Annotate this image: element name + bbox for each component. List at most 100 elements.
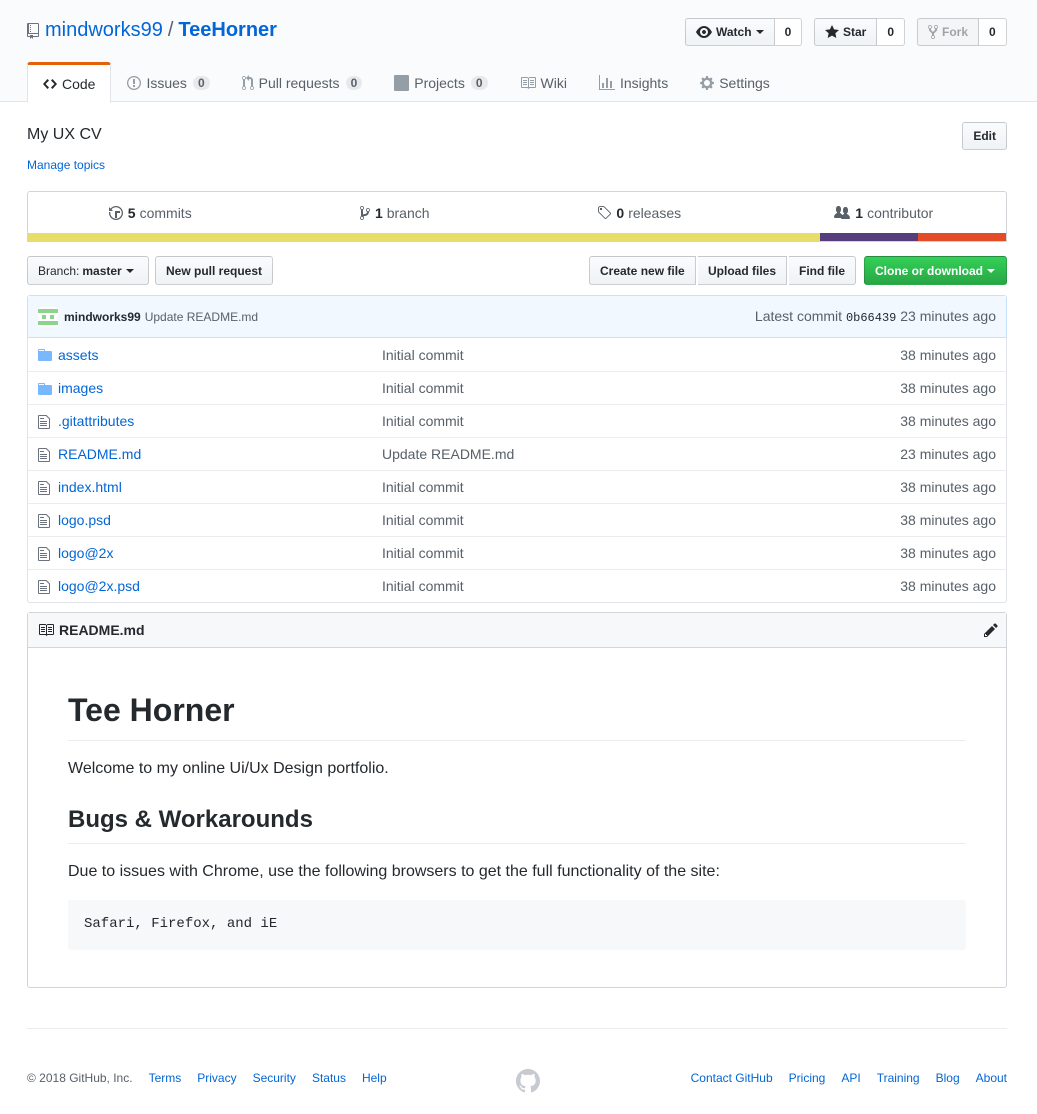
github-mark-icon[interactable] (516, 1069, 540, 1093)
watch-count[interactable]: 0 (774, 18, 803, 46)
branch-select-value: master (82, 263, 122, 278)
code-icon (43, 78, 57, 89)
chevron-down-icon (125, 268, 134, 273)
tab-issues[interactable]: Issues 0 (111, 62, 225, 102)
footer-link-help[interactable]: Help (362, 1071, 387, 1085)
file-name-link[interactable]: .gitattributes (58, 413, 134, 429)
star-icon (825, 25, 839, 38)
numbers-summary: 5 commits 1 branch 0 releases 1 contribu… (27, 191, 1007, 242)
star-button[interactable]: Star (814, 18, 878, 46)
file-commit-message-link[interactable]: Initial commit (382, 545, 464, 561)
pencil-icon[interactable] (984, 622, 998, 638)
tab-label: Insights (619, 75, 669, 91)
footer-link-about[interactable]: About (976, 1071, 1007, 1085)
tab-counter: 0 (470, 76, 488, 90)
file-name-link[interactable]: assets (58, 347, 98, 363)
language-segment[interactable] (820, 233, 918, 241)
file-commit-message-link[interactable]: Initial commit (382, 578, 464, 594)
language-segment[interactable] (917, 233, 1006, 241)
repo-owner-link[interactable]: mindworks99 (45, 19, 163, 42)
manage-topics-link[interactable]: Manage topics (27, 158, 105, 172)
readme-heading: Bugs & Workarounds (68, 805, 966, 844)
readme-paragraph: Due to issues with Chrome, use the follo… (68, 863, 720, 880)
file-name-link[interactable]: index.html (58, 479, 122, 495)
contributors-link[interactable]: 1 contributor (762, 192, 1007, 233)
find-file-button[interactable]: Find file (789, 256, 856, 285)
file-listing: mindworks99 Update README.md Latest comm… (27, 295, 1007, 603)
file-table: assets Initial commit 38 minutes ago images… (27, 338, 1007, 603)
file-commit-message-link[interactable]: Initial commit (382, 512, 464, 528)
fork-count[interactable]: 0 (979, 18, 1007, 46)
commits-link[interactable]: 5 commits (28, 192, 273, 233)
file-name-link[interactable]: images (58, 380, 103, 396)
history-icon (108, 205, 123, 220)
gear-icon (700, 76, 715, 90)
commit-author-link[interactable]: mindworks99 (64, 310, 141, 324)
star-group: Star 0 (814, 18, 906, 46)
language-segment[interactable] (28, 233, 821, 241)
file-age: 38 minutes ago (900, 479, 996, 495)
file-commit-message-link[interactable]: Initial commit (382, 413, 464, 429)
clone-or-download-button[interactable]: Clone or download (864, 256, 1007, 285)
footer-link-status[interactable]: Status (312, 1071, 346, 1085)
tab-label: Pull requests (258, 75, 340, 91)
table-row: logo@2x.psd Initial commit 38 minutes ago (28, 569, 1006, 602)
watch-button[interactable]: Watch (685, 18, 775, 46)
footer-link-api[interactable]: API (841, 1071, 860, 1085)
branch-link[interactable]: 1 branch (273, 192, 518, 233)
file-commit-message-link[interactable]: Update README.md (382, 446, 514, 462)
contributors-label: contributor (867, 204, 934, 221)
table-row: assets Initial commit 38 minutes ago (28, 338, 1006, 371)
readme-title: Tee Horner (68, 690, 966, 741)
footer-link-pricing[interactable]: Pricing (789, 1071, 826, 1085)
readme-filename: README.md (59, 622, 145, 638)
footer-link-contact[interactable]: Contact GitHub (691, 1071, 773, 1085)
copyright: © 2018 GitHub, Inc. (27, 1071, 133, 1085)
footer-link-training[interactable]: Training (877, 1071, 920, 1085)
file-age: 38 minutes ago (900, 346, 996, 363)
repo-name-link[interactable]: TeeHorner (178, 19, 277, 42)
releases-link[interactable]: 0 releases (517, 192, 762, 233)
table-row: .gitattributes Initial commit 38 minutes a… (28, 404, 1006, 437)
folder-icon (38, 347, 52, 366)
footer-link-terms[interactable]: Terms (149, 1071, 182, 1085)
edit-description-button[interactable]: Edit (962, 122, 1007, 150)
file-commit-message-link[interactable]: Initial commit (382, 380, 464, 396)
file-commit-message-link[interactable]: Initial commit (382, 347, 464, 363)
branch-label: branch (386, 204, 430, 221)
file-commit-message-link[interactable]: Initial commit (382, 479, 464, 495)
commit-sha-link[interactable]: 0b66439 (846, 311, 896, 325)
branch-count: 1 (374, 204, 383, 221)
file-name-link[interactable]: README.md (58, 446, 141, 462)
readme-paragraph: Welcome to my online Ui/Ux Design portfo… (68, 760, 389, 777)
file-name-link[interactable]: logo@2x.psd (58, 578, 140, 594)
file-name-link[interactable]: logo@2x (58, 545, 113, 561)
language-bar[interactable] (28, 233, 1006, 241)
file-age: 23 minutes ago (900, 446, 996, 462)
tab-pull-requests[interactable]: Pull requests 0 (226, 62, 379, 102)
avatar[interactable] (38, 306, 58, 327)
fork-button[interactable]: Fork (917, 18, 980, 46)
tab-wiki[interactable]: Wiki (504, 62, 583, 102)
upload-files-button[interactable]: Upload files (698, 256, 788, 285)
create-new-file-button[interactable]: Create new file (589, 256, 696, 285)
contributors-count: 1 (855, 204, 864, 221)
file-name-link[interactable]: logo.psd (58, 512, 111, 528)
tab-code[interactable]: Code (27, 62, 112, 103)
graph-icon (598, 75, 615, 90)
tab-insights[interactable]: Insights (583, 62, 684, 102)
tab-label: Wiki (540, 75, 567, 91)
footer-link-privacy[interactable]: Privacy (197, 1071, 236, 1085)
footer-link-security[interactable]: Security (253, 1071, 296, 1085)
star-count[interactable]: 0 (877, 18, 906, 46)
table-row: logo@2x Initial commit 38 minutes ago (28, 536, 1006, 569)
new-pull-request-button[interactable]: New pull request (155, 256, 274, 285)
organization-icon (834, 205, 851, 219)
tab-settings[interactable]: Settings (684, 62, 786, 102)
tab-projects[interactable]: Projects 0 (378, 62, 503, 102)
commit-message-link[interactable]: Update README.md (145, 310, 258, 324)
branch-select-button[interactable]: Branch: master (27, 256, 149, 285)
footer-link-blog[interactable]: Blog (936, 1071, 960, 1085)
file-age: 38 minutes ago (900, 512, 996, 528)
issue-icon (127, 76, 142, 90)
